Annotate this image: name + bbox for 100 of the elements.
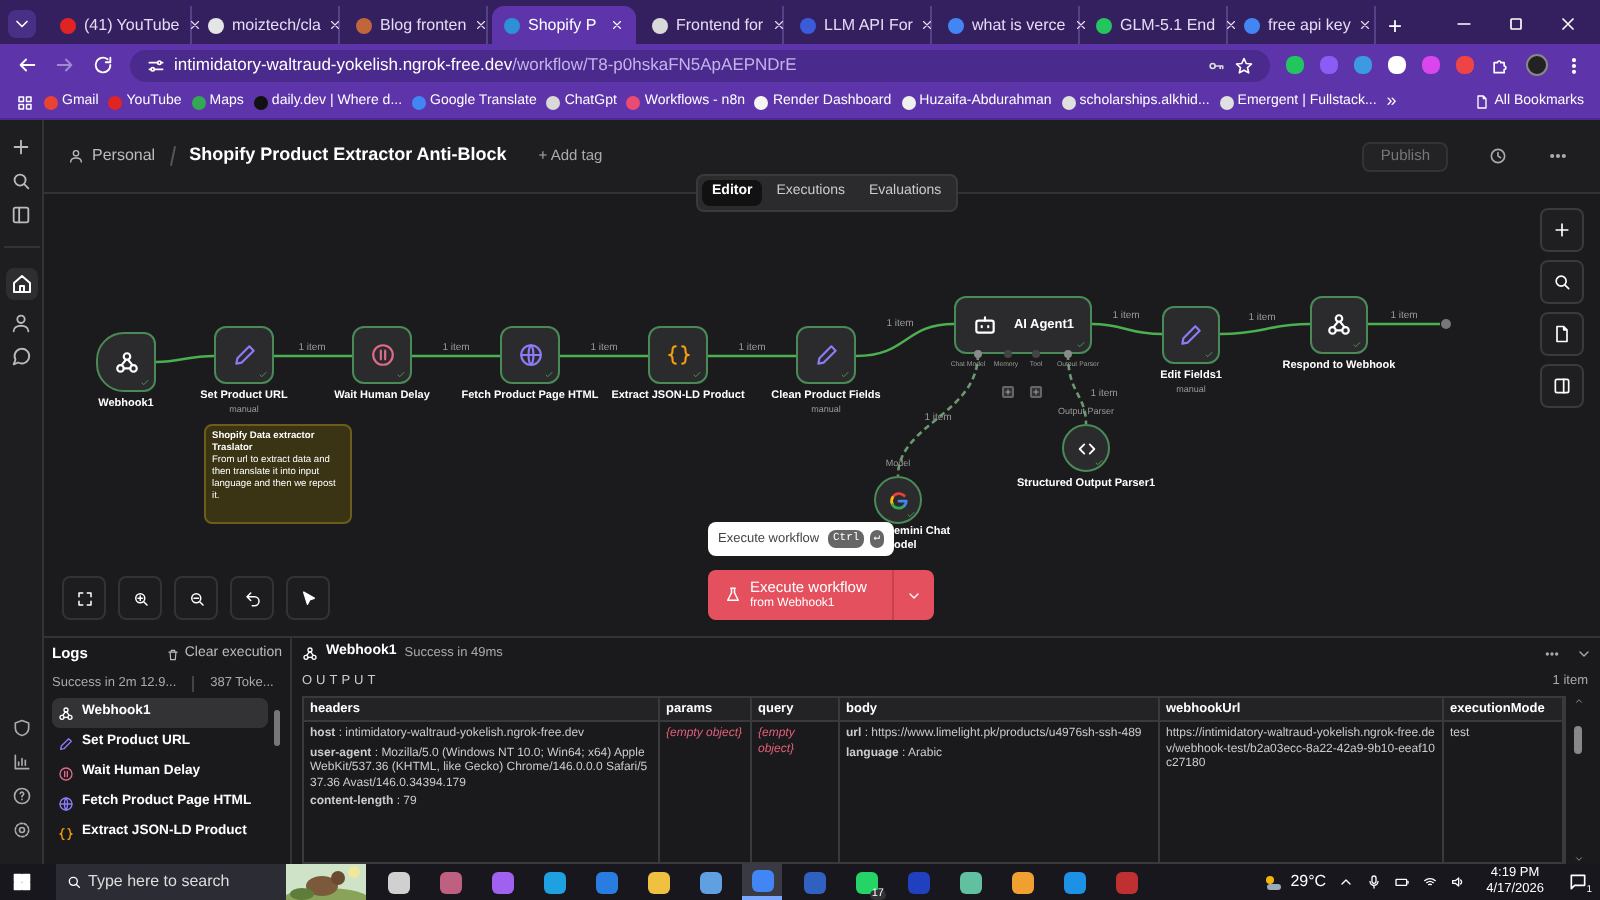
battery-icon[interactable] bbox=[1394, 874, 1411, 890]
maximize-button[interactable] bbox=[1506, 14, 1526, 34]
show-hidden-icons[interactable] bbox=[1338, 874, 1355, 890]
add-port-button[interactable] bbox=[1002, 386, 1014, 398]
connection-line bbox=[155, 354, 215, 364]
bookmark-star-icon[interactable] bbox=[1234, 55, 1254, 75]
connection-line bbox=[1368, 322, 1440, 326]
sidebar-icon bbox=[1552, 376, 1572, 396]
search-icon bbox=[66, 874, 82, 890]
workflow-node[interactable] bbox=[1062, 424, 1110, 472]
webhook-icon bbox=[302, 645, 318, 662]
plus-icon bbox=[1004, 388, 1012, 396]
trash-icon bbox=[166, 647, 181, 661]
scroll-down-icon[interactable] bbox=[1573, 854, 1583, 864]
search-field[interactable]: Type here to search bbox=[56, 864, 286, 900]
workflow-node[interactable] bbox=[796, 326, 856, 384]
settings-icon[interactable] bbox=[11, 820, 31, 840]
close-icon[interactable] bbox=[474, 18, 489, 32]
apps-icon[interactable] bbox=[16, 93, 34, 111]
forward-button[interactable] bbox=[54, 54, 76, 76]
workflow-node[interactable] bbox=[500, 326, 560, 384]
close-icon[interactable] bbox=[187, 18, 202, 32]
weather-icon bbox=[1260, 870, 1285, 894]
workflow-node[interactable] bbox=[874, 476, 922, 524]
scroll-up-icon[interactable] bbox=[1573, 696, 1583, 706]
scrollbar[interactable] bbox=[1572, 696, 1584, 864]
reload-button[interactable] bbox=[92, 54, 114, 76]
pencil-icon bbox=[813, 342, 839, 368]
close-icon[interactable] bbox=[1358, 18, 1373, 32]
workflow-node[interactable] bbox=[648, 326, 708, 384]
add-port-button[interactable] bbox=[1030, 386, 1042, 398]
extensions-icon[interactable] bbox=[1490, 55, 1510, 75]
check-icon bbox=[544, 370, 554, 380]
connection-line bbox=[412, 354, 500, 358]
search-icon bbox=[1552, 272, 1572, 292]
close-button[interactable] bbox=[1558, 14, 1578, 34]
braces-icon bbox=[58, 825, 74, 841]
close-icon[interactable] bbox=[328, 18, 343, 32]
reset-zoom-button[interactable] bbox=[230, 576, 274, 620]
workflow-node[interactable] bbox=[1310, 296, 1368, 354]
connection-port[interactable] bbox=[974, 350, 982, 358]
back-button[interactable] bbox=[16, 54, 38, 76]
workflow-node[interactable] bbox=[214, 326, 274, 384]
tab-search-button[interactable] bbox=[8, 10, 36, 38]
user-icon bbox=[68, 148, 84, 164]
chart-icon[interactable] bbox=[11, 752, 31, 772]
address-bar[interactable]: intimidatory-waltraud-yokelish.ngrok-free.dev/workflow/T8-p0hskaFN5ApAEPNDrE bbox=[130, 49, 1270, 81]
workflow-node[interactable] bbox=[1162, 306, 1220, 364]
site-settings-icon[interactable] bbox=[146, 55, 166, 75]
add-button[interactable] bbox=[10, 136, 32, 158]
webhook-icon bbox=[58, 705, 74, 721]
connection-port[interactable] bbox=[1064, 350, 1072, 358]
search-button[interactable] bbox=[1540, 260, 1584, 304]
fit-view-button[interactable] bbox=[62, 576, 106, 620]
close-icon[interactable] bbox=[920, 18, 935, 32]
home-button[interactable] bbox=[5, 268, 37, 300]
workflow-title[interactable]: Shopify Product Extractor Anti-Block bbox=[189, 142, 507, 170]
check-icon bbox=[1094, 458, 1104, 468]
connection-line bbox=[274, 354, 352, 358]
more-bookmarks-button[interactable]: » bbox=[1386, 88, 1397, 116]
volume-icon[interactable] bbox=[1450, 874, 1467, 890]
microphone-icon[interactable] bbox=[1366, 874, 1383, 890]
check-icon bbox=[1204, 350, 1214, 360]
close-icon[interactable] bbox=[1073, 18, 1088, 32]
weather-widget[interactable]: 29°C bbox=[1260, 870, 1327, 894]
user-button[interactable] bbox=[10, 312, 32, 334]
cursor-icon bbox=[299, 589, 317, 607]
chat-button[interactable] bbox=[10, 346, 32, 368]
browser-tab[interactable]: Shopify P bbox=[492, 6, 636, 44]
close-icon[interactable] bbox=[1223, 18, 1238, 32]
output-handle[interactable] bbox=[1441, 319, 1451, 329]
globe-icon bbox=[58, 795, 74, 811]
avatar[interactable] bbox=[1526, 54, 1548, 76]
network-icon[interactable] bbox=[1422, 874, 1439, 890]
zoom-in-button[interactable] bbox=[118, 576, 162, 620]
pencil-icon bbox=[1178, 322, 1204, 348]
sidebar-toggle-button[interactable] bbox=[1540, 364, 1584, 408]
zoom-add-button[interactable] bbox=[1540, 208, 1584, 252]
history-icon[interactable] bbox=[1488, 146, 1508, 166]
tidy-up-button[interactable] bbox=[286, 576, 330, 620]
new-tab-button[interactable]: + bbox=[1388, 14, 1403, 38]
check-icon bbox=[140, 378, 150, 388]
project-link[interactable]: Personal bbox=[68, 144, 156, 168]
check-icon bbox=[396, 370, 406, 380]
shield-icon[interactable] bbox=[11, 718, 31, 738]
workflow-node[interactable] bbox=[96, 332, 156, 392]
robot-icon bbox=[971, 312, 998, 338]
globe-icon bbox=[517, 342, 543, 368]
zoom-out-button[interactable] bbox=[174, 576, 218, 620]
document-button[interactable] bbox=[1540, 312, 1584, 356]
webhook-icon bbox=[1326, 312, 1352, 338]
close-icon[interactable] bbox=[771, 18, 786, 32]
help-icon[interactable] bbox=[11, 786, 31, 806]
panel-toggle-button[interactable] bbox=[10, 204, 32, 226]
pencil-icon bbox=[58, 735, 74, 751]
search-button[interactable] bbox=[10, 170, 32, 192]
connection-line bbox=[1219, 322, 1311, 336]
workflow-node[interactable] bbox=[352, 326, 412, 384]
plus-icon bbox=[1032, 388, 1040, 396]
check-icon bbox=[906, 510, 916, 520]
